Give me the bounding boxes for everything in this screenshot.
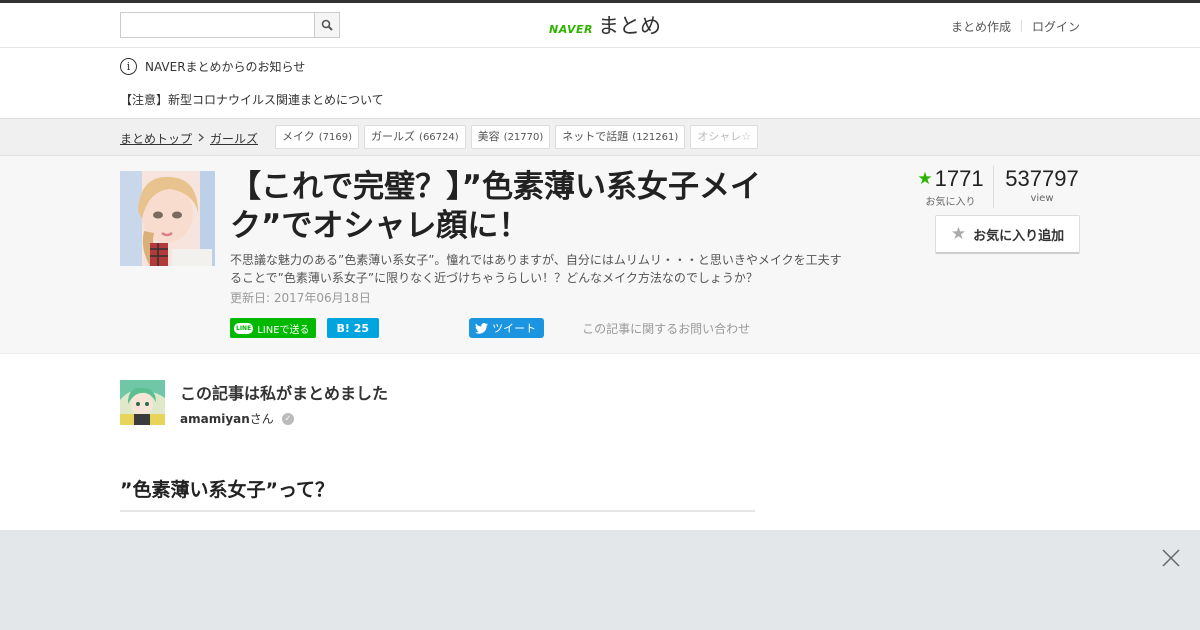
site-logo[interactable]: NAVER まとめ [549,10,661,40]
views-label: view [1030,193,1054,204]
tag-label: メイク [282,130,315,143]
notice-heading: i NAVERまとめからのお知らせ [120,58,305,75]
author-heading: この記事は私がまとめました [180,384,389,403]
tag-label: ガールズ [371,130,416,143]
hatena-icon: B! [336,321,350,335]
tag-count: (121261) [632,132,679,143]
notice-link[interactable]: 【注意】新型コロナウイルス関連まとめについて [120,91,384,108]
favorites-count: 1771 [934,166,984,191]
hatena-bookmark-button[interactable]: B! 25 [326,318,380,338]
verified-check-icon: ✓ [281,412,294,425]
logo-naver: NAVER [549,23,593,36]
contact-link[interactable]: この記事に関するお問い合わせ [582,320,750,337]
star-outline-icon: ★ [950,224,967,244]
tag-item[interactable]: メイク (7169) [275,125,360,149]
author-avatar[interactable] [120,380,165,425]
notice-title: NAVERまとめからのお知らせ [145,60,306,74]
breadcrumb-bar: まとめトップ ガールズ メイク (7169) ガールズ (66724) 美容 (217… [0,118,1200,156]
add-favorite-button[interactable]: ★ お気に入り追加 [935,215,1080,254]
login-link[interactable]: ログイン [1022,18,1080,35]
views-stat: 537797 view [994,166,1090,208]
favorites-label: お気に入り [925,197,976,208]
favorites-stat: ★ 1771 お気に入り [908,166,994,208]
share-buttons: LINE LINEで送る B! 25 ツイート この記事に関するお問い合わせ [230,318,750,338]
hatena-count: 25 [353,321,370,335]
logo-matome: まとめ [597,14,661,38]
tag-count: (7169) [318,132,353,143]
article-description: 不思議な魅力のある”色素薄い系女子”。憧れではありますが、自分にはムリムリ・・・… [230,253,842,285]
section-heading: ”色素薄い系女子”って？ [120,475,755,512]
tag-item[interactable]: ガールズ (66724) [364,125,466,149]
ad-overlay [0,530,1200,630]
add-favorite-label: お気に入り追加 [973,228,1065,244]
search-button[interactable] [314,12,340,38]
search-input[interactable] [120,12,315,38]
article-stats: ★ 1771 お気に入り 537797 view [908,166,1090,208]
info-icon: i [120,58,137,75]
breadcrumb: まとめトップ ガールズ [120,130,258,147]
search-box [120,12,340,38]
tag-item[interactable]: オシャレ☆ [690,125,759,149]
tag-label: オシャレ☆ [697,130,752,143]
tag-item[interactable]: ネットで話題 (121261) [555,125,686,149]
tag-list: メイク (7169) ガールズ (66724) 美容 (21770) ネットで話題 (1… [275,125,763,149]
tweet-button[interactable]: ツイート [469,318,545,338]
search-icon [321,19,333,31]
tweet-label: ツイート [492,322,537,335]
tag-count: (66724) [419,132,459,143]
breadcrumb-item-top[interactable]: まとめトップ [120,130,192,147]
author-username: amamiyan [180,411,250,426]
chevron-right-icon [198,132,205,145]
author-name[interactable]: amamiyan さん ✓ [180,410,294,427]
tag-item[interactable]: 美容 (21770) [470,125,551,149]
tag-count: (21770) [503,132,544,143]
close-icon[interactable] [1161,548,1181,568]
tag-label: ネットで話題 [562,130,629,143]
breadcrumb-item-girls[interactable]: ガールズ [210,130,258,147]
create-matome-link[interactable]: まとめ作成 [941,18,1021,35]
article-thumbnail [120,171,215,266]
article-title: 【これで完璧？】”色素薄い系女子メイク”でオシャレ顔に！ [230,169,761,244]
site-header: NAVER まとめ まとめ作成 ログイン [0,3,1200,48]
article-header: 【これで完璧？】”色素薄い系女子メイク”でオシャレ顔に！ 不思議な魅力のある”色… [0,156,1200,354]
header-links: まとめ作成 ログイン [941,18,1080,35]
article-updated-date: 更新日: 2017年06月18日 [230,291,371,305]
twitter-bird-icon [475,322,489,334]
line-share-label: LINEで送る [257,324,310,336]
star-icon: ★ [917,169,933,188]
line-icon: LINE [234,322,254,334]
views-count: 537797 [1005,166,1079,191]
line-share-button[interactable]: LINE LINEで送る [230,318,316,338]
author-suffix: さん [249,412,274,426]
tag-label: 美容 [477,130,500,143]
